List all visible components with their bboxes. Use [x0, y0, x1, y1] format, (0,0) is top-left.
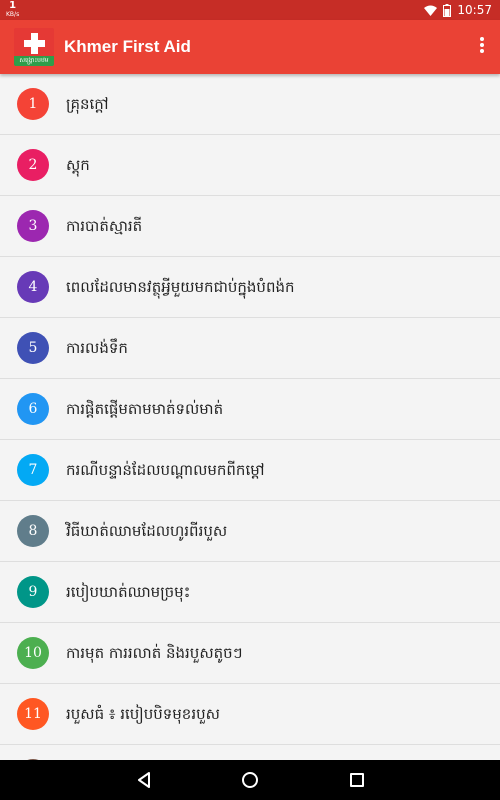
- home-icon[interactable]: [242, 772, 258, 788]
- battery-icon: [443, 3, 452, 17]
- list-item[interactable]: 8 វិធីឃាត់ឈាមដែលហូរពីរបួស: [0, 501, 500, 562]
- network-speed-value: 1: [9, 0, 17, 11]
- item-number-badge: 9: [17, 576, 49, 608]
- item-number-badge: 7: [17, 454, 49, 486]
- item-label: វិធីឃាត់ឈាមដែលហូរពីរបួស: [66, 522, 228, 540]
- item-label: ការមុត ការរលាត់ និងរបួសតូចៗ: [66, 644, 243, 662]
- navigation-bar: [0, 760, 500, 800]
- item-number-badge: 3: [17, 210, 49, 242]
- list-item[interactable]: 9 របៀបឃាត់ឈាមច្រមុះ: [0, 562, 500, 623]
- app-logo-text: សង្គ្រោះបឋម: [19, 57, 49, 64]
- item-label: ករណីបន្ទាន់ដែលបណ្តាលមកពីកម្តៅ: [66, 461, 265, 479]
- item-label: ស្តុក: [66, 156, 90, 174]
- list-item[interactable]: 6 ការផ្តិតផ្តើមតាមមាត់ទល់មាត់: [0, 379, 500, 440]
- item-label: របៀបឃាត់ឈាមច្រមុះ: [66, 583, 191, 601]
- list-item[interactable]: 5 ការលង់ទឹក: [0, 318, 500, 379]
- item-label: ការផ្តិតផ្តើមតាមមាត់ទល់មាត់: [66, 400, 224, 418]
- list-item[interactable]: 7 ករណីបន្ទាន់ដែលបណ្តាលមកពីកម្តៅ: [0, 440, 500, 501]
- item-number-badge: 1: [17, 88, 49, 120]
- app-title: Khmer First Aid: [64, 37, 191, 56]
- back-icon[interactable]: [137, 772, 151, 788]
- overflow-menu-icon[interactable]: [478, 37, 486, 57]
- item-label: ការលង់ទឹក: [66, 339, 128, 357]
- item-label: របួសធំ ៖ របៀបបិទមុខរបួស: [66, 705, 220, 723]
- wifi-icon: [424, 5, 438, 16]
- list-item[interactable]: 12: [0, 745, 500, 760]
- network-speed-unit: KB/s: [6, 11, 20, 18]
- item-label: ការបាត់ស្មារតី: [66, 217, 143, 235]
- item-number-badge: 8: [17, 515, 49, 547]
- item-number-badge: 2: [17, 149, 49, 181]
- item-number-badge: 10: [17, 637, 49, 669]
- recent-apps-icon[interactable]: [350, 773, 364, 787]
- network-speed: 1 KB/s: [6, 1, 19, 19]
- topic-list: 1 គ្រុនក្ដៅ 2 ស្តុក 3 ការបាត់ស្មារតី 4 ពេលដែលមា…: [0, 74, 500, 760]
- item-label: គ្រុនក្ដៅ: [66, 95, 109, 113]
- app-logo: សង្គ្រោះបឋម: [14, 28, 54, 66]
- list-item[interactable]: 4 ពេលដែលមានវត្ថុអ្វីមួយមកជាប់ក្នុងបំពង់ក: [0, 257, 500, 318]
- status-bar: 1 KB/s 10:57: [0, 0, 500, 20]
- list-item[interactable]: 1 គ្រុនក្ដៅ: [0, 74, 500, 135]
- item-number-badge: 4: [17, 271, 49, 303]
- list-item[interactable]: 11 របួសធំ ៖ របៀបបិទមុខរបួស: [0, 684, 500, 745]
- list-item[interactable]: 10 ការមុត ការរលាត់ និងរបួសតូចៗ: [0, 623, 500, 684]
- item-number-badge: 11: [17, 698, 49, 730]
- item-number-badge: 6: [17, 393, 49, 425]
- item-number-badge: 5: [17, 332, 49, 364]
- clock: 10:57: [457, 3, 492, 17]
- list-item[interactable]: 2 ស្តុក: [0, 135, 500, 196]
- item-label: ពេលដែលមានវត្ថុអ្វីមួយមកជាប់ក្នុងបំពង់ក: [66, 278, 295, 296]
- list-item[interactable]: 3 ការបាត់ស្មារតី: [0, 196, 500, 257]
- app-bar: សង្គ្រោះបឋម Khmer First Aid: [0, 20, 500, 74]
